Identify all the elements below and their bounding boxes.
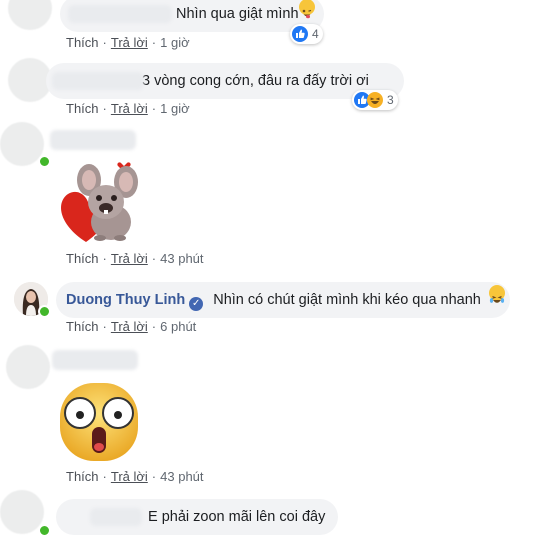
- blurred-author-name: [50, 130, 136, 150]
- comment-time[interactable]: 43 phút: [160, 251, 203, 266]
- comment-bubble: 3 vòng cong cớn, đâu ra đấy trời ơi: [46, 63, 404, 99]
- reply-link[interactable]: Trả lời: [111, 101, 148, 116]
- verified-badge-icon: ✓: [189, 297, 204, 311]
- blurred-author-name: [52, 350, 138, 370]
- reply-link[interactable]: Trả lời: [111, 319, 148, 334]
- reply-link[interactable]: Trả lời: [111, 35, 148, 50]
- comment-text: E phải zoon mãi lên coi đây: [148, 509, 326, 525]
- online-status-dot: [38, 524, 51, 537]
- comment-actions: Thích · Trả lời · 6 phút: [66, 319, 197, 334]
- online-status-dot: [38, 305, 51, 318]
- comment-time[interactable]: 1 giờ: [160, 35, 190, 50]
- reaction-summary[interactable]: 4: [290, 24, 323, 44]
- comment-text: 3 vòng cong cớn, đâu ra đấy trời ơi: [142, 73, 369, 89]
- blurred-author-name: [68, 5, 172, 23]
- tongue-wink-emoji: [298, 0, 315, 19]
- reply-link[interactable]: Trả lời: [111, 251, 148, 266]
- online-status-dot: [38, 155, 51, 168]
- comment-text: Nhìn qua giật mình: [176, 6, 299, 22]
- like-link[interactable]: Thích: [66, 319, 99, 334]
- comment-bubble: E phải zoon mãi lên coi đây: [56, 499, 338, 535]
- reaction-count: 3: [387, 93, 394, 107]
- mouse-heart-sticker[interactable]: [56, 158, 144, 248]
- blurred-author-name: [90, 508, 142, 526]
- reaction-summary[interactable]: 3: [352, 90, 398, 110]
- avatar[interactable]: [6, 345, 50, 389]
- like-link[interactable]: Thích: [66, 251, 99, 266]
- avatar[interactable]: [8, 0, 52, 30]
- comment-time[interactable]: 6 phút: [160, 319, 196, 334]
- laughing-tears-emoji: [488, 285, 505, 303]
- shocked-face-sticker[interactable]: [58, 381, 140, 463]
- like-reaction-icon: [292, 26, 308, 42]
- like-link[interactable]: Thích: [66, 35, 99, 50]
- like-link[interactable]: Thích: [66, 101, 99, 116]
- reply-link[interactable]: Trả lời: [111, 469, 148, 484]
- comment-actions: Thích · Trả lời · 1 giờ: [66, 101, 190, 116]
- comment-text: Nhìn có chút giật mình khi kéo qua nhanh: [213, 292, 481, 308]
- comment-bubble: Nhìn qua giật mình: [60, 0, 324, 32]
- comment-actions: Thích · Trả lời · 1 giờ: [66, 35, 190, 50]
- haha-reaction-icon: [367, 92, 383, 108]
- comment-actions: Thích · Trả lời · 43 phút: [66, 469, 204, 484]
- blurred-author-name: [52, 72, 144, 90]
- comment-author[interactable]: Duong Thuy Linh: [66, 292, 185, 308]
- like-link[interactable]: Thích: [66, 469, 99, 484]
- comment-actions: Thích · Trả lời · 43 phút: [66, 251, 204, 266]
- comment-time[interactable]: 43 phút: [160, 469, 203, 484]
- comment-time[interactable]: 1 giờ: [160, 101, 190, 116]
- comment-bubble: Duong Thuy Linh ✓ Nhìn có chút giật mình …: [56, 282, 510, 318]
- reaction-count: 4: [312, 27, 319, 41]
